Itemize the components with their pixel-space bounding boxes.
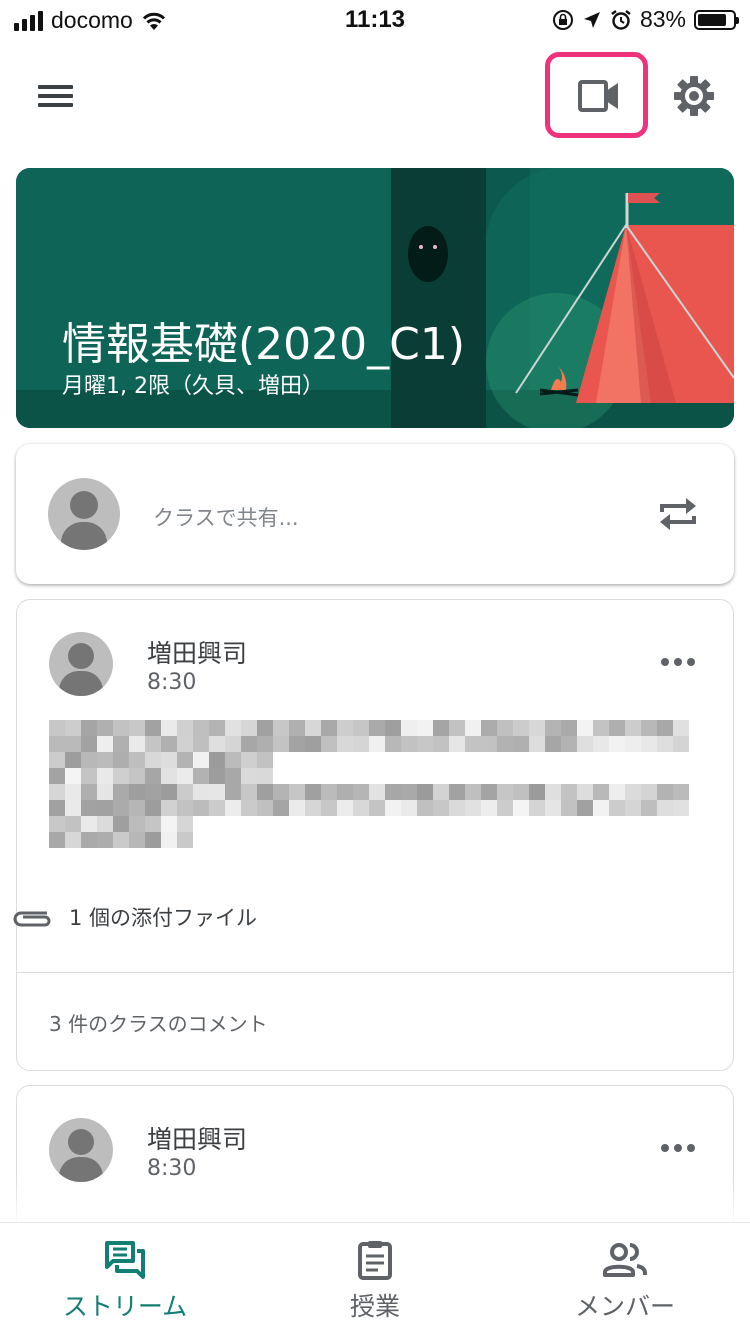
- pixelated-text-row: [49, 816, 193, 832]
- hamburger-menu-icon[interactable]: [36, 80, 76, 112]
- post-card[interactable]: 増田興司 8:30 1 個の添付ファイル 3 件のクラスのコメント: [13, 599, 734, 1071]
- share-card[interactable]: クラスで共有...: [16, 444, 734, 584]
- rotation-lock-icon: [552, 9, 573, 30]
- post-time: 8:30: [147, 1156, 197, 1181]
- paperclip-icon: [13, 911, 51, 927]
- avatar: [48, 478, 120, 550]
- bottom-fade: [0, 1180, 750, 1224]
- pixelated-text-row: [49, 768, 273, 784]
- pixelated-text-row: [49, 784, 689, 800]
- avatar: [49, 632, 113, 696]
- bottom-navigation: ストリーム 授業 メンバー: [0, 1222, 750, 1334]
- more-options-icon[interactable]: [661, 1144, 695, 1156]
- battery-fill: [698, 13, 727, 26]
- tab-members[interactable]: メンバー: [500, 1223, 750, 1334]
- stream-icon: [105, 1241, 145, 1279]
- status-right: 83%: [552, 6, 739, 33]
- people-icon: [603, 1243, 647, 1277]
- post-time: 8:30: [147, 670, 197, 695]
- tab-label: メンバー: [574, 1292, 675, 1321]
- status-bar: docomo 11:13 83%: [0, 0, 750, 40]
- divider: [17, 972, 733, 973]
- tab-classwork[interactable]: 授業: [250, 1223, 500, 1334]
- video-camera-icon[interactable]: [574, 76, 622, 116]
- repost-icon[interactable]: [656, 492, 700, 536]
- battery-percent: 83%: [639, 6, 686, 32]
- location-icon: [583, 11, 600, 28]
- tab-label: 授業: [349, 1292, 400, 1321]
- class-subtitle: 月曜1, 2限（久貝、増田）: [62, 374, 324, 399]
- attachment-label: 1 個の添付ファイル: [69, 906, 258, 930]
- share-input[interactable]: クラスで共有...: [153, 502, 299, 532]
- pixelated-text-row: [49, 736, 689, 752]
- pixelated-text-row: [49, 832, 193, 848]
- battery-icon: [694, 9, 739, 30]
- avatar: [49, 1118, 113, 1182]
- post-author: 増田興司: [147, 1125, 248, 1154]
- pixelated-text-row: [49, 720, 689, 736]
- pixelated-text-row: [49, 752, 273, 768]
- class-comments-link[interactable]: 3 件のクラスのコメント: [49, 1008, 268, 1037]
- pixelated-text-row: [49, 800, 689, 816]
- tab-label: ストリーム: [62, 1292, 188, 1321]
- class-title: 情報基礎(2020_C1): [62, 319, 466, 370]
- tab-stream[interactable]: ストリーム: [0, 1223, 250, 1334]
- attachment-row[interactable]: 1 個の添付ファイル: [13, 902, 258, 932]
- alarm-icon: [611, 9, 631, 30]
- pixelated-post-text: [49, 720, 689, 870]
- class-banner[interactable]: 情報基礎(2020_C1) 月曜1, 2限（久貝、増田）: [16, 168, 734, 428]
- more-options-icon[interactable]: [661, 658, 695, 670]
- classwork-icon: [358, 1241, 392, 1280]
- post-author: 増田興司: [147, 639, 248, 668]
- gear-icon[interactable]: [670, 72, 718, 120]
